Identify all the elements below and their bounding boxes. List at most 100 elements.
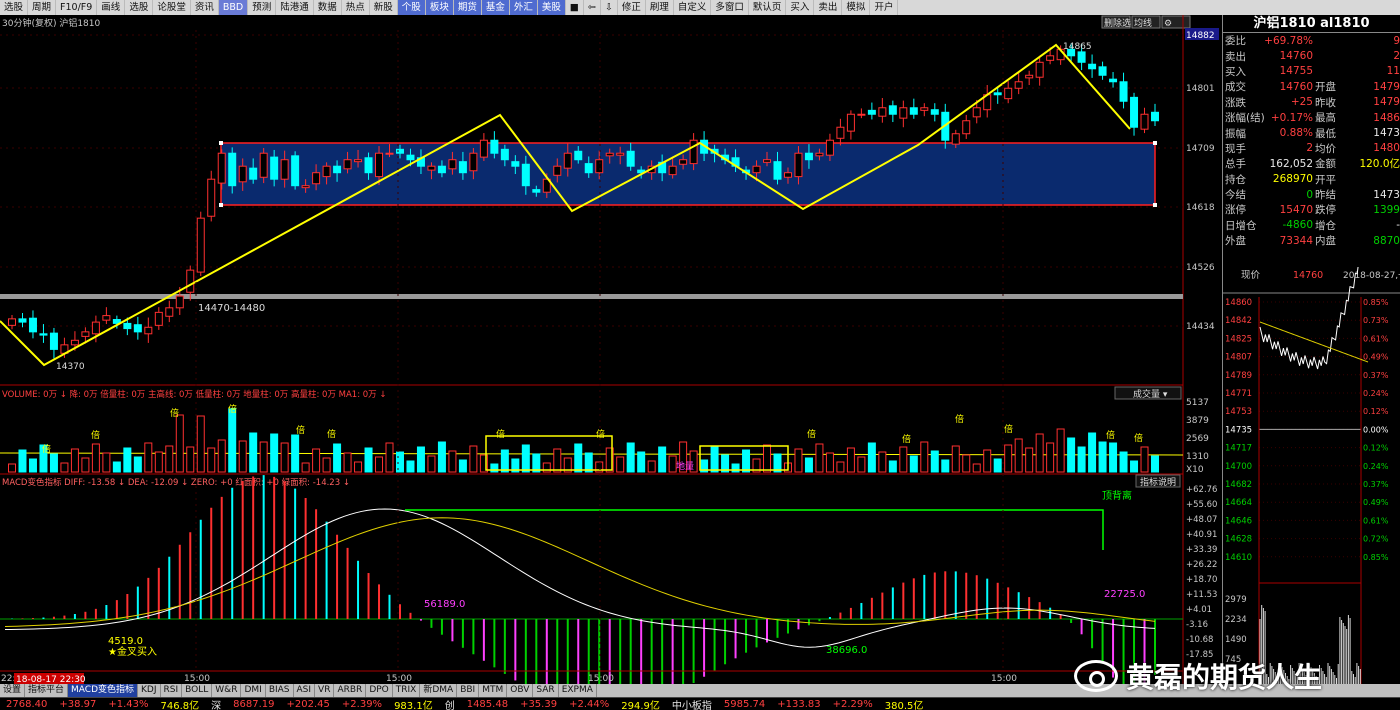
volume-bar: [112, 461, 121, 473]
quote-value: 0: [1306, 188, 1313, 201]
price-tick-label: 14709: [1186, 144, 1215, 154]
toolbar-btn-1[interactable]: 周期: [28, 0, 57, 15]
candle-body: [375, 152, 384, 178]
macd-help: 指标说明: [1140, 476, 1176, 488]
tab-17[interactable]: OBV: [507, 684, 534, 697]
toolbar-btn-4[interactable]: 选股: [125, 0, 154, 15]
intraday-price-tick: 14860: [1225, 298, 1252, 308]
toolbar-btn-8[interactable]: 预测: [248, 0, 277, 15]
toolbar-btn-3[interactable]: 画线: [97, 0, 126, 15]
tab-5[interactable]: BOLL: [182, 684, 213, 697]
tab-1[interactable]: 指标平台: [25, 684, 69, 697]
tab-11[interactable]: ARBR: [334, 684, 367, 697]
candle-body: [259, 152, 268, 178]
time-tick-label: 15:00: [588, 674, 614, 684]
quote-label-2: 内盘: [1315, 235, 1336, 248]
toolbar-btn-17[interactable]: 外汇: [509, 0, 538, 15]
intraday-chart[interactable]: 现价 14760 2018-08-27,一 14860 0.85% 14842 0.73% 1…: [1222, 231, 1400, 684]
toolbar-btn-5[interactable]: 论股堂: [153, 0, 191, 15]
toolbar-btn-27[interactable]: 买入: [786, 0, 815, 15]
candle-body: [825, 139, 834, 156]
candle-body: [207, 178, 216, 217]
candle-body: [154, 311, 163, 326]
volume-tick-label: 2569: [1186, 434, 1209, 444]
toolbar-btn-6[interactable]: 资讯: [191, 0, 219, 15]
toolbar-btn-18[interactable]: 美股: [537, 0, 566, 15]
intraday-pct-tick: 0.49%: [1363, 353, 1389, 362]
tab-16[interactable]: MTM: [479, 684, 508, 697]
toolbar-btn-15[interactable]: 期货: [453, 0, 482, 15]
toolbar-btn-10[interactable]: 数据: [314, 0, 342, 15]
index-item-18: 380.5亿: [884, 700, 924, 710]
macd-tick-label: -3.16: [1186, 620, 1208, 630]
quote-label: 振幅: [1225, 127, 1246, 140]
candle-body: [333, 165, 342, 174]
toolbar-btn-30[interactable]: 开户: [870, 0, 899, 15]
tab-7[interactable]: DMI: [241, 684, 266, 697]
tab-3[interactable]: KDJ: [138, 684, 161, 697]
tab-14[interactable]: 新DMA: [420, 684, 458, 697]
box-corner-handle: [219, 203, 223, 207]
toolbar-btn-23[interactable]: 刷理: [646, 0, 674, 15]
volume-bar: [710, 445, 719, 473]
tab-4[interactable]: RSI: [161, 684, 183, 697]
toolbar-btn-19[interactable]: ■: [566, 0, 584, 15]
toolbar-btn-21[interactable]: ⇩: [601, 0, 618, 15]
candle-body: [1140, 113, 1149, 130]
macd-tick-label: -10.68: [1186, 635, 1213, 645]
tab-9[interactable]: ASI: [294, 684, 316, 697]
volume-bar: [333, 443, 342, 473]
toolbar-btn-7[interactable]: BBD: [218, 0, 249, 15]
candle-body: [1109, 78, 1118, 83]
toolbar-btn-2[interactable]: F10/F9: [56, 0, 98, 15]
volume-tick-label: 3879: [1186, 416, 1209, 426]
volume-bar: [490, 463, 499, 473]
candle-body: [846, 113, 855, 132]
toolbar-btn-13[interactable]: 个股: [397, 0, 426, 15]
toolbar-btn-12[interactable]: 新股: [370, 0, 398, 15]
candle-body: [249, 167, 258, 180]
tab-2[interactable]: MACD变色指标: [68, 684, 139, 697]
volume-bar: [1046, 442, 1055, 473]
toolbar-btn-25[interactable]: 多窗口: [711, 0, 749, 15]
intraday-pct-tick: 0.24%: [1363, 389, 1389, 398]
toolbar-btn-0[interactable]: 选股: [0, 0, 29, 15]
quote-panel: 沪铝1810 al1810 委比 +69.78% 9 卖出 14760 2 买入 14755 1…: [1222, 15, 1400, 267]
index-item-15: 5985.74: [723, 698, 766, 710]
volume-bar: [427, 455, 436, 473]
toolbar-btn-22[interactable]: 修正: [618, 0, 646, 15]
volume-bar: [763, 444, 772, 473]
toolbar-btn-16[interactable]: 基金: [481, 0, 510, 15]
toolbar-btn-14[interactable]: 板块: [425, 0, 454, 15]
tab-6[interactable]: W&R: [212, 684, 242, 697]
tab-10[interactable]: VR: [315, 684, 335, 697]
toolbar-btn-24[interactable]: 自定义: [674, 0, 712, 15]
index-item-16: +133.83: [777, 698, 821, 710]
volume-bar: [951, 445, 960, 473]
tab-8[interactable]: BIAS: [266, 684, 294, 697]
candle-body: [165, 307, 174, 317]
intraday-chart-svg[interactable]: 现价 14760 2018-08-27,一 14860 0.85% 14842 0.73% 1…: [1223, 231, 1400, 684]
volume-bar: [196, 415, 205, 473]
macd-bars-group: [11, 475, 1156, 710]
quote-value: 14760: [1279, 50, 1313, 63]
tab-15[interactable]: BBI: [457, 684, 480, 697]
tab-12[interactable]: DPO: [366, 684, 393, 697]
tab-19[interactable]: EXPMA: [559, 684, 597, 697]
toolbar-btn-28[interactable]: 卖出: [814, 0, 843, 15]
toolbar-btn-26[interactable]: 默认页: [749, 0, 787, 15]
volume-bar: [416, 446, 425, 473]
tab-0[interactable]: 设置: [0, 684, 26, 697]
tab-13[interactable]: TRIX: [393, 684, 421, 697]
quote-label-2: 开盘: [1315, 81, 1336, 94]
quote-row: 外盘 73344 内盘 8870: [1223, 233, 1400, 248]
toolbar-btn-20[interactable]: ⇦: [584, 0, 601, 15]
volume-tick-label: X10: [1186, 465, 1204, 475]
toolbar-btn-29[interactable]: 模拟: [842, 0, 871, 15]
tab-18[interactable]: SAR: [533, 684, 559, 697]
kline-chart-svg[interactable]: 30分钟(复权) 沪铝1810 删除选 均线 ⚙ 14882 14801 14709 1461…: [0, 15, 1222, 710]
volume-bar: [815, 443, 824, 473]
toolbar-btn-11[interactable]: 热点: [342, 0, 370, 15]
toolbar-btn-9[interactable]: 陆港通: [276, 0, 314, 15]
quote-label-2: 均价: [1315, 142, 1336, 155]
